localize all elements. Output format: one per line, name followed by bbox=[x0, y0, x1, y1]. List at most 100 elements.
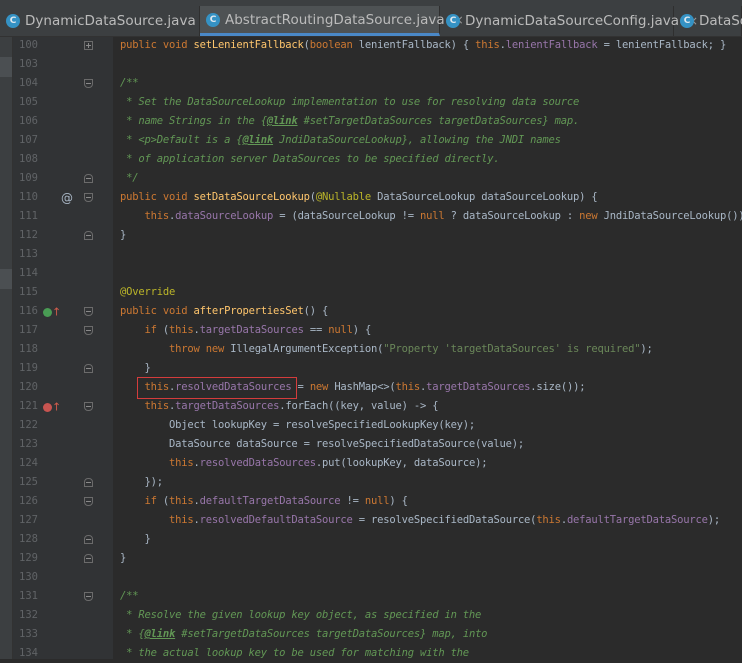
code-token: null bbox=[364, 495, 390, 507]
fold-end-icon[interactable] bbox=[84, 364, 93, 373]
code-text[interactable]: public void setLenientFallback(boolean l… bbox=[120, 36, 726, 55]
code-text[interactable]: throw new IllegalArgumentException("Prop… bbox=[120, 340, 653, 359]
code-text[interactable]: if (this.defaultTargetDataSource != null… bbox=[120, 492, 409, 511]
line-number[interactable]: 123 bbox=[13, 435, 38, 454]
line-number[interactable]: 122 bbox=[13, 416, 38, 435]
code-token: JndiDataSourceLookup()); bbox=[603, 210, 742, 222]
line-number[interactable]: 109 bbox=[13, 169, 38, 188]
line-number[interactable]: 131 bbox=[13, 587, 38, 606]
code-line: 103 bbox=[0, 55, 742, 74]
annotation-marker-icon[interactable]: @ bbox=[60, 191, 74, 205]
code-token: /** bbox=[120, 590, 139, 602]
line-number[interactable]: 128 bbox=[13, 530, 38, 549]
line-number[interactable]: 105 bbox=[13, 93, 38, 112]
code-text[interactable]: * <p>Default is a {@link JndiDataSourceL… bbox=[120, 131, 561, 150]
code-text[interactable]: }); bbox=[120, 473, 163, 492]
line-number[interactable]: 119 bbox=[13, 359, 38, 378]
code-token: .forEach((key, value) -> { bbox=[279, 400, 439, 412]
expand-fold-icon[interactable] bbox=[84, 41, 93, 50]
line-number[interactable]: 110 bbox=[13, 188, 38, 207]
line-number[interactable]: 127 bbox=[13, 511, 38, 530]
line-number[interactable]: 117 bbox=[13, 321, 38, 340]
line-number[interactable]: 130 bbox=[13, 568, 38, 587]
line-number[interactable]: 106 bbox=[13, 112, 38, 131]
line-number[interactable]: 104 bbox=[13, 74, 38, 93]
highlight-box bbox=[137, 377, 297, 399]
implements-method-icon[interactable]: ↑ bbox=[43, 305, 61, 319]
code-text[interactable]: /** bbox=[120, 74, 139, 93]
fold-end-icon[interactable] bbox=[84, 231, 93, 240]
tab-abstractroutingdatasource-java[interactable]: CAbstractRoutingDataSource.java× bbox=[200, 6, 464, 36]
code-text[interactable]: } bbox=[120, 226, 126, 245]
code-line: 134 * the actual lookup key to be used f… bbox=[0, 644, 742, 663]
lambda-icon[interactable]: ↑ bbox=[43, 400, 61, 414]
tab-dynamicdatasource-java[interactable]: CDynamicDataSource.java× bbox=[0, 6, 215, 36]
code-text[interactable]: if (this.targetDataSources == null) { bbox=[120, 321, 372, 340]
line-number[interactable]: 120 bbox=[13, 378, 38, 397]
fold-end-icon[interactable] bbox=[84, 554, 93, 563]
code-text[interactable]: public void afterPropertiesSet() { bbox=[120, 302, 328, 321]
line-number[interactable]: 121 bbox=[13, 397, 38, 416]
line-number[interactable]: 124 bbox=[13, 454, 38, 473]
code-text[interactable]: * {@link #setTargetDataSources targetDat… bbox=[120, 625, 487, 644]
code-text[interactable]: this.dataSourceLookup = (dataSourceLooku… bbox=[120, 207, 742, 226]
code-text[interactable]: DataSource dataSource = resolveSpecified… bbox=[120, 435, 524, 454]
line-number[interactable]: 112 bbox=[13, 226, 38, 245]
fold-start-icon[interactable] bbox=[84, 592, 93, 601]
line-number[interactable]: 103 bbox=[13, 55, 38, 74]
line-number[interactable]: 100 bbox=[13, 36, 38, 55]
fold-start-icon[interactable] bbox=[84, 402, 93, 411]
code-text[interactable]: */ bbox=[120, 169, 138, 188]
tab-dataso[interactable]: C DataSo bbox=[674, 6, 742, 36]
line-number[interactable]: 115 bbox=[13, 283, 38, 302]
code-text[interactable]: Object lookupKey = resolveSpecifiedLooku… bbox=[120, 416, 475, 435]
fold-start-icon[interactable] bbox=[84, 326, 93, 335]
code-text[interactable]: @Override bbox=[120, 283, 175, 302]
line-number[interactable]: 107 bbox=[13, 131, 38, 150]
line-number[interactable]: 113 bbox=[13, 245, 38, 264]
tab-dynamicdatasourceconfig-java[interactable]: CDynamicDataSourceConfig.java× bbox=[440, 6, 698, 36]
code-token: HashMap<>( bbox=[334, 381, 396, 393]
fold-end-icon[interactable] bbox=[84, 535, 93, 544]
code-text[interactable]: this.resolvedDefaultDataSource = resolve… bbox=[120, 511, 720, 530]
line-number[interactable]: 118 bbox=[13, 340, 38, 359]
line-number[interactable]: 114 bbox=[13, 264, 38, 283]
line-number[interactable]: 116 bbox=[13, 302, 38, 321]
code-line: 125 }); bbox=[0, 473, 742, 492]
line-number[interactable]: 126 bbox=[13, 492, 38, 511]
code-line: 105 * Set the DataSourceLookup implement… bbox=[0, 93, 742, 112]
code-line: 118 throw new IllegalArgumentException("… bbox=[0, 340, 742, 359]
code-line: 108 * of application server DataSources … bbox=[0, 150, 742, 169]
line-number[interactable]: 129 bbox=[13, 549, 38, 568]
code-text[interactable]: this.targetDataSources.forEach((key, val… bbox=[120, 397, 439, 416]
line-number[interactable]: 125 bbox=[13, 473, 38, 492]
code-text[interactable]: } bbox=[120, 549, 126, 568]
code-text[interactable]: } bbox=[120, 530, 150, 549]
code-line: 104 /** bbox=[0, 74, 742, 93]
line-number[interactable]: 111 bbox=[13, 207, 38, 226]
fold-end-icon[interactable] bbox=[84, 478, 93, 487]
code-text[interactable]: } bbox=[120, 359, 150, 378]
fold-start-icon[interactable] bbox=[84, 497, 93, 506]
code-text[interactable]: public void setDataSourceLookup(@Nullabl… bbox=[120, 188, 598, 207]
code-token: Object lookupKey = resolveSpecifiedLooku… bbox=[120, 419, 476, 431]
code-text[interactable]: * Set the DataSourceLookup implementatio… bbox=[120, 93, 579, 112]
code-text[interactable]: this.resolvedDataSources.put(lookupKey, … bbox=[120, 454, 488, 473]
code-token: this bbox=[168, 514, 194, 526]
fold-start-icon[interactable] bbox=[84, 193, 93, 202]
line-number[interactable]: 134 bbox=[13, 644, 38, 663]
code-text[interactable]: * the actual lookup key to be used for m… bbox=[120, 644, 469, 663]
fold-start-icon[interactable] bbox=[84, 307, 93, 316]
code-token: lenientFallback bbox=[505, 39, 598, 51]
code-text[interactable]: /** bbox=[120, 587, 139, 606]
code-text[interactable]: * of application server DataSources to b… bbox=[120, 150, 500, 169]
fold-end-icon[interactable] bbox=[84, 174, 93, 183]
code-token: resolvedDefaultDataSource bbox=[199, 514, 353, 526]
code-text[interactable]: * name Strings in the {@link #setTargetD… bbox=[120, 112, 579, 131]
line-number[interactable]: 133 bbox=[13, 625, 38, 644]
line-number[interactable]: 108 bbox=[13, 150, 38, 169]
fold-start-icon[interactable] bbox=[84, 79, 93, 88]
line-number[interactable]: 132 bbox=[13, 606, 38, 625]
code-text[interactable]: * Resolve the given lookup key object, a… bbox=[120, 606, 481, 625]
